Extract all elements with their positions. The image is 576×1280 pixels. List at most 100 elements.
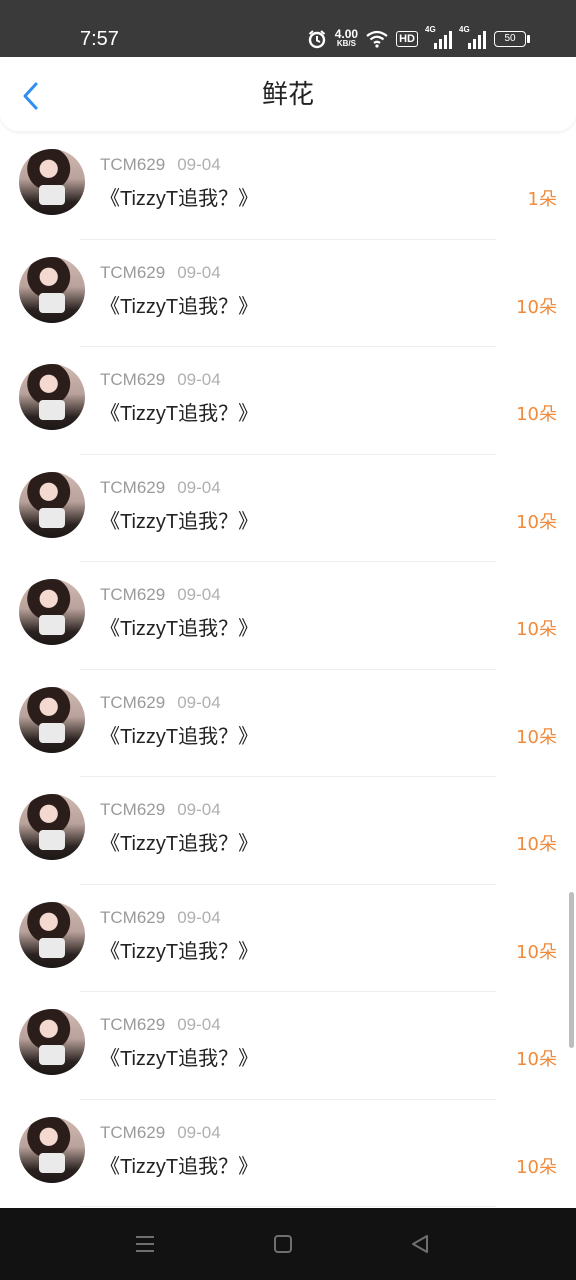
scrollbar[interactable]	[569, 892, 574, 1048]
list-item[interactable]: TCM629 09-04 《TizzyT追我？》 10朵	[0, 670, 576, 777]
item-user[interactable]: TCM629	[100, 370, 165, 389]
avatar[interactable]	[19, 1009, 85, 1075]
item-meta: TCM629 09-04	[100, 1014, 221, 1036]
avatar-shirt	[39, 1152, 65, 1173]
item-meta: TCM629 09-04	[100, 584, 221, 606]
list-item[interactable]: TCM629 09-04 《TizzyT追我？》 1朵	[0, 132, 576, 240]
status-icons: 4.00 KB/S HD 4G 4G 50	[307, 25, 530, 50]
item-title[interactable]: 《TizzyT追我？》	[100, 722, 258, 752]
signal-label: 4G	[459, 25, 470, 34]
item-meta: TCM629 09-04	[100, 154, 221, 176]
avatar[interactable]	[19, 686, 85, 753]
navigation-bar	[0, 1208, 576, 1280]
list-item[interactable]: TCM629 09-04 《TizzyT追我？》 10朵	[0, 347, 576, 455]
avatar-shirt	[39, 830, 65, 850]
list-item[interactable]: TCM629 09-04 《TizzyT追我？》 10朵	[0, 777, 576, 885]
flower-count: 10朵	[516, 404, 557, 425]
page-title: 鲜花	[261, 79, 314, 110]
flower-count: 10朵	[516, 1049, 557, 1070]
header: 鲜花	[0, 57, 576, 131]
avatar[interactable]	[19, 149, 85, 215]
item-user[interactable]: TCM629	[100, 155, 165, 174]
list-item[interactable]: TCM629 09-04 《TizzyT追我？》 10朵	[0, 1100, 576, 1207]
avatar-shirt	[39, 507, 65, 528]
network-speed-unit: KB/S	[336, 39, 356, 48]
back-nav-button[interactable]	[406, 1230, 434, 1258]
item-user[interactable]: TCM629	[100, 478, 165, 497]
item-date: 09-04	[177, 370, 221, 389]
menu-icon	[136, 1236, 154, 1252]
item-title[interactable]: 《TizzyT追我？》	[100, 614, 258, 644]
item-user[interactable]: TCM629	[100, 908, 165, 927]
item-title[interactable]: 《TizzyT追我？》	[100, 184, 258, 214]
item-date: 09-04	[177, 585, 221, 604]
item-title[interactable]: 《TizzyT追我？》	[100, 1152, 258, 1182]
item-user[interactable]: TCM629	[100, 693, 165, 712]
item-user[interactable]: TCM629	[100, 585, 165, 604]
item-date: 09-04	[177, 692, 221, 712]
flower-count: 10朵	[516, 511, 557, 533]
item-date: 09-04	[177, 800, 221, 819]
hd-icon: HD	[396, 31, 418, 47]
item-meta: TCM629 09-04	[100, 369, 221, 391]
wifi-icon	[366, 30, 388, 48]
network-speed-value: 4.00	[334, 27, 359, 41]
item-meta: TCM629 09-04	[100, 692, 221, 714]
item-user[interactable]: TCM629	[100, 263, 165, 282]
network-speed: 4.00 KB/S	[334, 27, 359, 49]
flower-count: 10朵	[516, 619, 557, 640]
item-date: 09-04	[177, 907, 221, 927]
flower-count: 10朵	[516, 834, 557, 855]
flower-count: 10朵	[516, 1156, 557, 1178]
item-title[interactable]: 《TizzyT追我？》	[100, 399, 258, 429]
flower-list: TCM629 09-04 《TizzyT追我？》 1朵 TCM629 09-04 《Tizz…	[0, 132, 576, 1207]
item-date: 09-04	[177, 155, 221, 174]
item-user[interactable]: TCM629	[100, 1015, 165, 1034]
home-button[interactable]	[269, 1230, 297, 1258]
flower-count: 10朵	[516, 726, 557, 748]
item-date: 09-04	[177, 477, 221, 497]
avatar[interactable]	[19, 794, 85, 860]
item-meta: TCM629 09-04	[100, 1122, 221, 1144]
avatar-shirt	[39, 1045, 65, 1065]
flower-count: 10朵	[516, 941, 557, 963]
item-title[interactable]: 《TizzyT追我？》	[100, 507, 258, 537]
menu-button[interactable]	[131, 1230, 159, 1258]
alarm-icon	[307, 29, 327, 49]
item-date: 09-04	[177, 1122, 221, 1142]
list-item[interactable]: TCM629 09-04 《TizzyT追我？》 10朵	[0, 240, 576, 347]
home-square-icon	[274, 1235, 292, 1253]
signal-icon: 4G	[425, 25, 452, 49]
list-item[interactable]: TCM629 09-04 《TizzyT追我？》 10朵	[0, 992, 576, 1100]
avatar-shirt	[39, 722, 65, 743]
avatar[interactable]	[19, 256, 85, 323]
battery-icon: 50	[494, 31, 530, 47]
item-title[interactable]: 《TizzyT追我？》	[100, 937, 258, 967]
item-user[interactable]: TCM629	[100, 800, 165, 819]
avatar-shirt	[39, 400, 65, 420]
avatar[interactable]	[19, 579, 85, 645]
item-date: 09-04	[177, 1015, 221, 1034]
avatar-shirt	[39, 185, 65, 205]
signal-icon: 4G	[459, 25, 486, 49]
list-item[interactable]: TCM629 09-04 《TizzyT追我？》 10朵	[0, 885, 576, 992]
list-item[interactable]: TCM629 09-04 《TizzyT追我？》 10朵	[0, 562, 576, 670]
divider	[80, 1206, 496, 1207]
avatar[interactable]	[19, 364, 85, 430]
list-item[interactable]: TCM629 09-04 《TizzyT追我？》 10朵	[0, 455, 576, 562]
item-meta: TCM629 09-04	[100, 907, 221, 929]
item-title[interactable]: 《TizzyT追我？》	[100, 292, 258, 322]
item-meta: TCM629 09-04	[100, 799, 221, 821]
item-date: 09-04	[177, 262, 221, 282]
item-title[interactable]: 《TizzyT追我？》	[100, 1044, 258, 1074]
avatar[interactable]	[19, 1116, 85, 1183]
avatar[interactable]	[19, 471, 85, 538]
avatar[interactable]	[19, 901, 85, 968]
avatar-shirt	[39, 937, 65, 958]
flower-count: 10朵	[516, 296, 557, 318]
signal-label: 4G	[425, 25, 436, 34]
avatar-shirt	[39, 615, 65, 635]
item-user[interactable]: TCM629	[100, 1123, 165, 1142]
item-meta: TCM629 09-04	[100, 262, 221, 284]
item-title[interactable]: 《TizzyT追我？》	[100, 829, 258, 859]
